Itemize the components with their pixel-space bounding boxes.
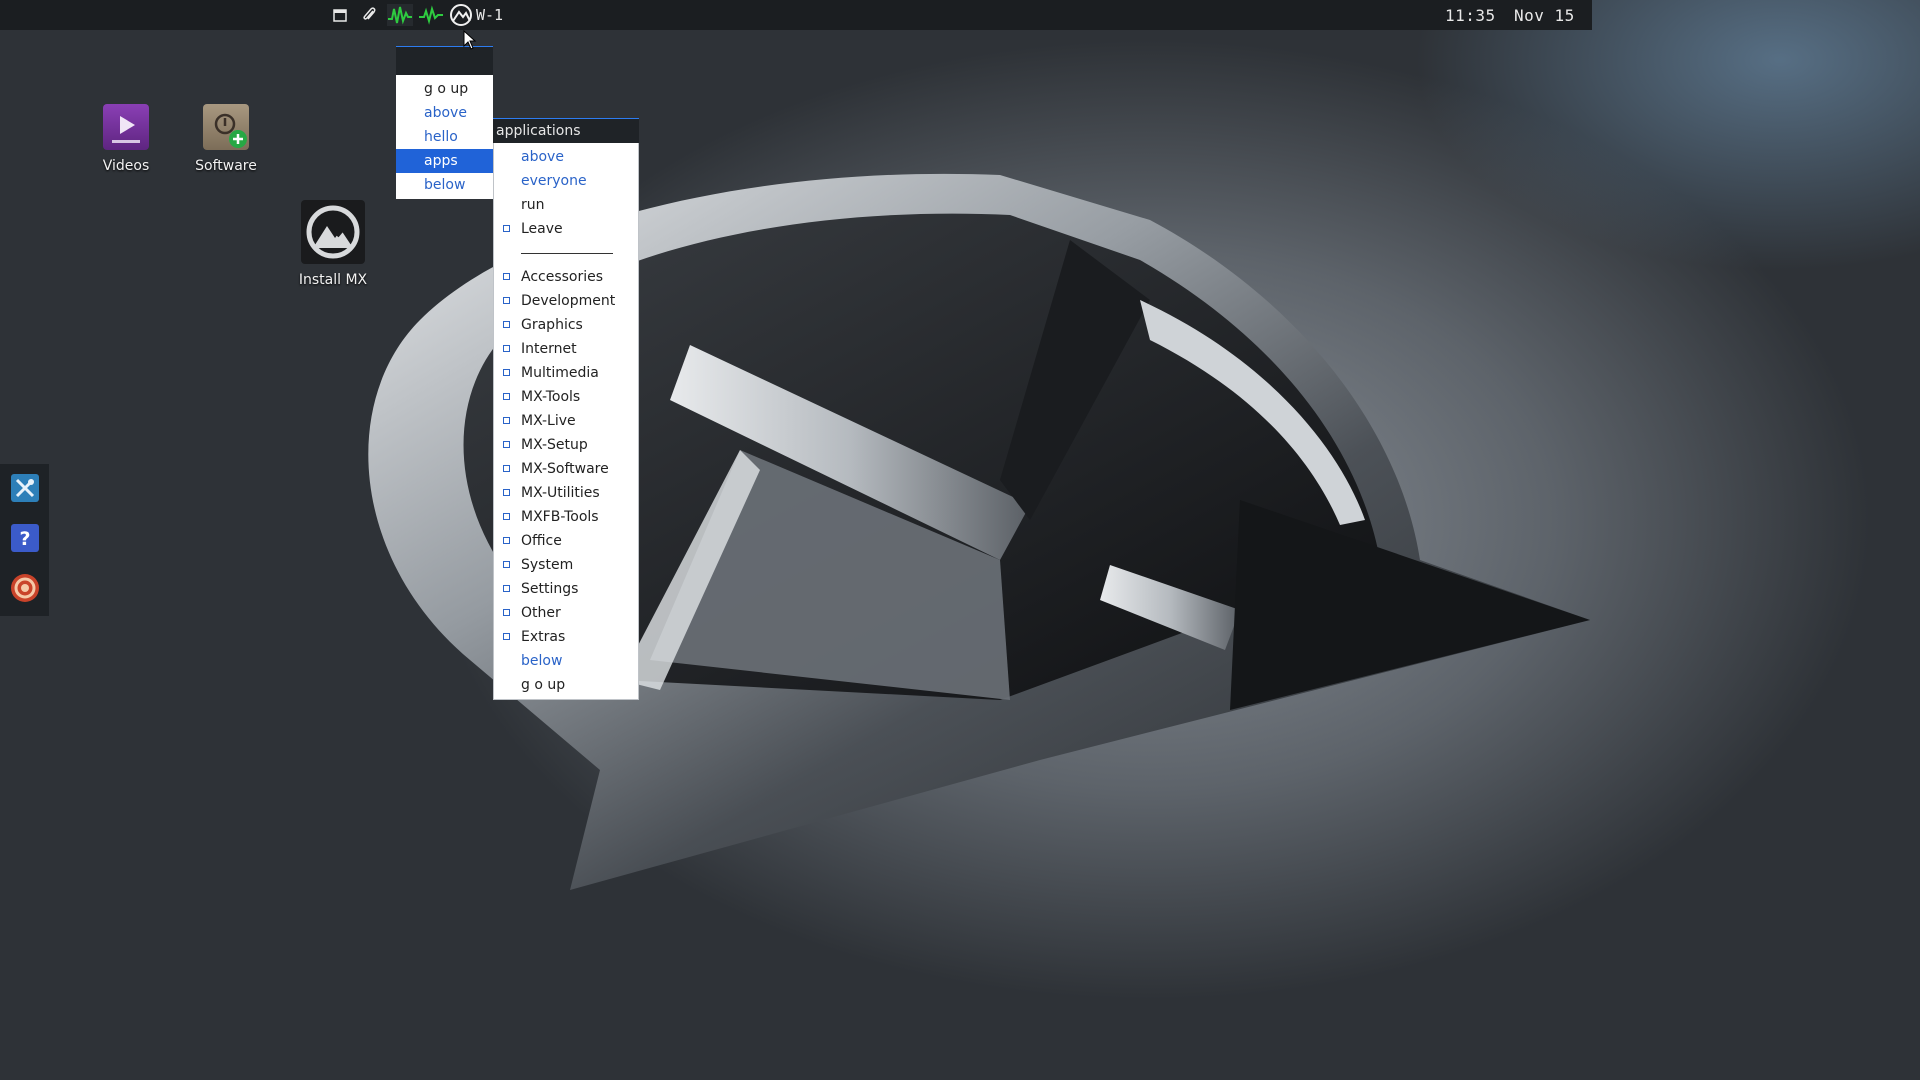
submenu-bullet-icon: [503, 297, 510, 304]
category-internet[interactable]: Internet: [494, 337, 638, 361]
submenu-item-below[interactable]: below: [494, 649, 638, 673]
menu-separator: [494, 241, 638, 265]
submenu-item-run[interactable]: run: [494, 193, 638, 217]
applications-submenu: applications above everyone run Leave Ac…: [493, 118, 639, 700]
mouse-pointer-icon: [463, 30, 477, 50]
submenu-item-above[interactable]: above: [494, 145, 638, 169]
wallpaper-mx-logo: [368, 173, 1590, 890]
menu-item-hello[interactable]: hello: [396, 125, 493, 149]
video-folder-icon: [103, 104, 149, 150]
category-mx-utilities[interactable]: MX-Utilities: [494, 481, 638, 505]
svg-text:?: ?: [19, 528, 30, 550]
desktop-icon-videos[interactable]: Videos: [81, 104, 171, 174]
submenu-bullet-icon: [503, 225, 510, 232]
submenu-bullet-icon: [503, 345, 510, 352]
category-development[interactable]: Development: [494, 289, 638, 313]
category-mxfb-tools[interactable]: MXFB-Tools: [494, 505, 638, 529]
desktop-icon-label: Videos: [102, 158, 150, 174]
submenu-bullet-icon: [503, 561, 510, 568]
mx-tools-icon[interactable]: [11, 474, 39, 502]
left-dock: ?: [0, 464, 49, 616]
submenu-item-everyone[interactable]: everyone: [494, 169, 638, 193]
menu-item-above[interactable]: above: [396, 101, 493, 125]
category-mx-software[interactable]: MX-Software: [494, 457, 638, 481]
category-label: MX-Tools: [521, 389, 581, 405]
category-label: Multimedia: [521, 365, 599, 381]
submenu-title: applications: [493, 118, 639, 143]
category-label: MX-Setup: [521, 437, 588, 453]
category-label: Accessories: [521, 269, 604, 285]
desktop-icon-label: Install MX: [298, 272, 368, 288]
category-mx-live[interactable]: MX-Live: [494, 409, 638, 433]
cpu-monitor-icon[interactable]: [387, 4, 413, 26]
mx-install-icon: [301, 200, 365, 264]
submenu-bullet-icon: [503, 585, 510, 592]
category-label: MX-Utilities: [521, 485, 600, 501]
category-label: System: [521, 557, 574, 573]
root-menu: g o up above hello apps below: [396, 46, 493, 199]
bug-report-icon[interactable]: [11, 574, 39, 602]
category-label: Settings: [521, 581, 579, 597]
submenu-bullet-icon: [503, 441, 510, 448]
menu-item-below[interactable]: below: [396, 173, 493, 197]
submenu-bullet-icon: [503, 489, 510, 496]
submenu-item-go-up[interactable]: g o up: [494, 673, 638, 697]
top-panel: W-1 11:35 Nov 15: [0, 0, 1592, 30]
category-system[interactable]: System: [494, 553, 638, 577]
category-label: MX-Software: [521, 461, 609, 477]
category-office[interactable]: Office: [494, 529, 638, 553]
menu-item-apps[interactable]: apps: [396, 149, 493, 173]
network-monitor-icon[interactable]: [418, 4, 444, 26]
window-icon[interactable]: [332, 4, 348, 26]
category-label: Graphics: [521, 317, 583, 333]
submenu-bullet-icon: [503, 609, 510, 616]
category-mx-tools[interactable]: MX-Tools: [494, 385, 638, 409]
submenu-bullet-icon: [503, 633, 510, 640]
submenu-bullet-icon: [503, 465, 510, 472]
submenu-item-label: Leave: [521, 221, 563, 237]
category-mx-setup[interactable]: MX-Setup: [494, 433, 638, 457]
category-label: Extras: [521, 629, 566, 645]
category-settings[interactable]: Settings: [494, 577, 638, 601]
software-installer-icon: [203, 104, 249, 150]
category-accessories[interactable]: Accessories: [494, 265, 638, 289]
mx-logo-icon[interactable]: [448, 4, 474, 26]
submenu-bullet-icon: [503, 393, 510, 400]
paperclip-icon[interactable]: [360, 4, 378, 26]
category-label: Office: [521, 533, 562, 549]
desktop-icon-install-mx[interactable]: Install MX: [288, 200, 378, 288]
category-multimedia[interactable]: Multimedia: [494, 361, 638, 385]
desktop-icon-label: Software: [195, 158, 257, 174]
category-label: Development: [521, 293, 616, 309]
submenu-bullet-icon: [503, 273, 510, 280]
workspace-label[interactable]: W-1: [476, 6, 503, 24]
submenu-item-leave[interactable]: Leave: [494, 217, 638, 241]
clock[interactable]: 11:35: [1445, 6, 1496, 25]
submenu-bullet-icon: [503, 537, 510, 544]
submenu-bullet-icon: [503, 513, 510, 520]
category-label: Internet: [521, 341, 577, 357]
date[interactable]: Nov 15: [1514, 6, 1575, 25]
help-icon[interactable]: ?: [11, 524, 39, 552]
root-menu-header: [396, 46, 493, 75]
submenu-bullet-icon: [503, 369, 510, 376]
category-label: MXFB-Tools: [521, 509, 599, 525]
category-label: MX-Live: [521, 413, 576, 429]
category-label: Other: [521, 605, 561, 621]
category-extras[interactable]: Extras: [494, 625, 638, 649]
menu-item-go-up[interactable]: g o up: [396, 77, 493, 101]
category-graphics[interactable]: Graphics: [494, 313, 638, 337]
desktop-icon-software[interactable]: Software: [181, 104, 271, 174]
category-other[interactable]: Other: [494, 601, 638, 625]
submenu-bullet-icon: [503, 321, 510, 328]
submenu-bullet-icon: [503, 417, 510, 424]
